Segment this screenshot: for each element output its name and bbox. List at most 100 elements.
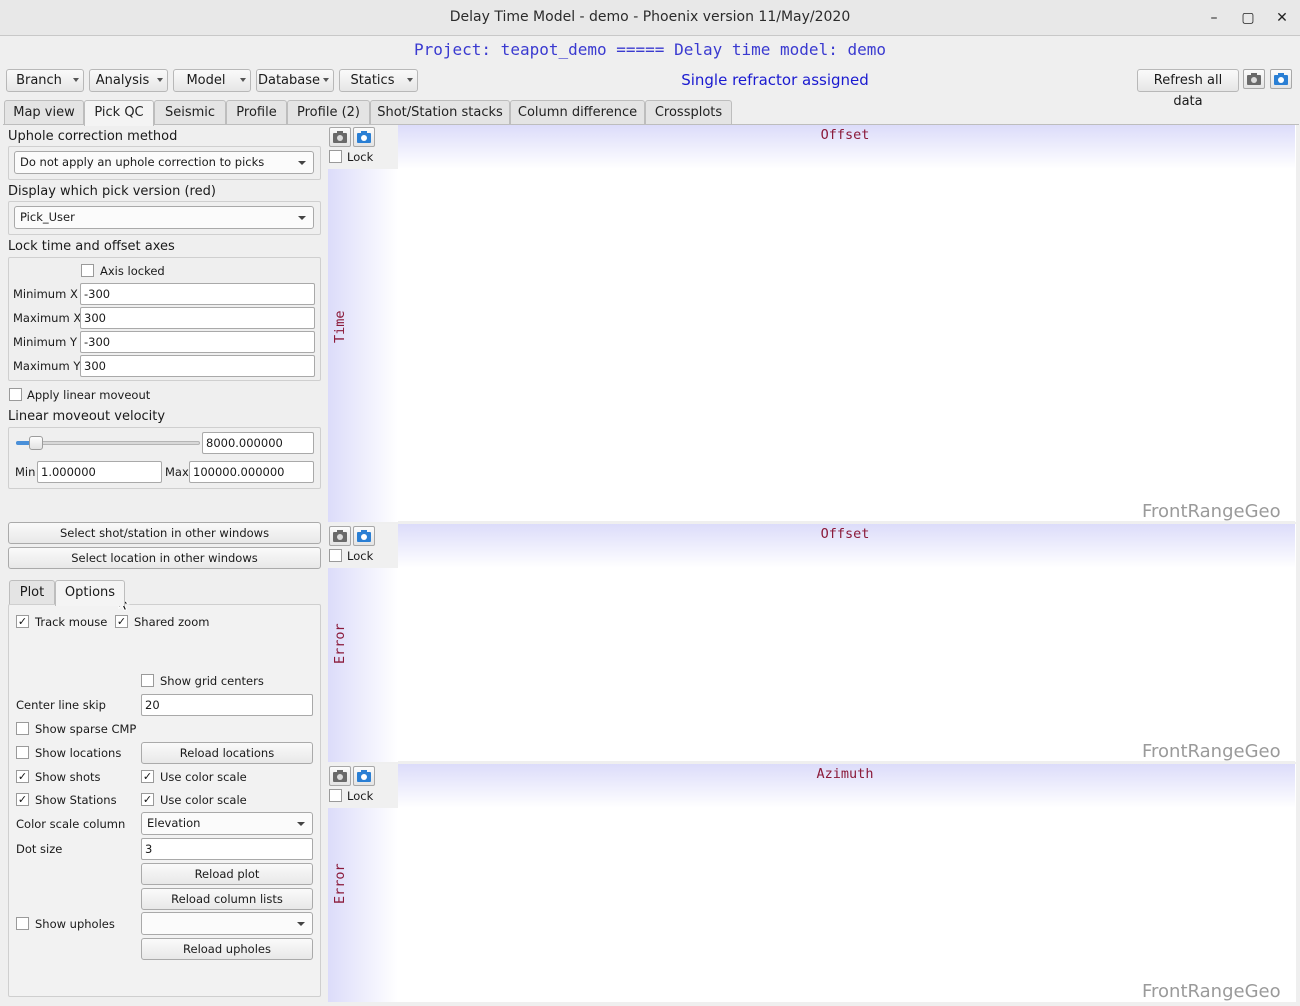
camera-icon[interactable] — [329, 127, 351, 147]
lmo-velocity-input[interactable]: 8000.000000 — [202, 432, 314, 454]
linear-moveout-velocity-label: Linear moveout velocity — [8, 409, 166, 424]
lmo-max-label: Max — [165, 465, 189, 479]
camera-icon[interactable] — [329, 766, 351, 786]
refresh-all-data-button[interactable]: Refresh all data — [1137, 69, 1239, 109]
minimum-x-input[interactable]: -300 — [80, 283, 315, 305]
pick-version-select[interactable]: Pick_User — [14, 206, 314, 229]
tab-map-view[interactable]: Map view — [4, 100, 84, 125]
chevron-down-icon — [297, 922, 305, 926]
screenshot-icon[interactable] — [353, 526, 375, 546]
plot-x-axis-label: Azimuth — [816, 766, 874, 782]
screenshot-icon[interactable] — [353, 127, 375, 147]
chevron-down-icon — [323, 78, 329, 82]
plot-lock-label: Lock — [347, 789, 374, 803]
tab-pick-qc[interactable]: Pick QC — [84, 100, 154, 126]
plot-y-axis-label: Error — [332, 863, 348, 904]
subtab-plot[interactable]: Plot — [9, 580, 55, 605]
chevron-down-icon — [157, 78, 163, 82]
database-menu-button[interactable]: Database — [256, 69, 334, 92]
stations-color-scale-label: Use color scale — [160, 793, 247, 807]
reload-locations-button[interactable]: Reload locations — [141, 742, 313, 764]
reload-upholes-button[interactable]: Reload upholes — [141, 938, 313, 960]
branch-menu-button[interactable]: Branch — [6, 69, 84, 92]
tab-seismic[interactable]: Seismic — [154, 100, 226, 125]
lmo-velocity-slider-handle[interactable] — [29, 436, 43, 450]
color-scale-column-label: Color scale column — [16, 817, 126, 831]
plot-lock-checkbox[interactable] — [329, 549, 342, 562]
tab-crossplots[interactable]: Crossplots — [645, 100, 732, 125]
lmo-velocity-slider-track[interactable] — [16, 441, 200, 445]
plot-y-axis-label: Time — [332, 310, 348, 343]
tab-profile[interactable]: Profile — [226, 100, 287, 125]
database-menu-label: Database — [257, 73, 321, 88]
statics-menu-label: Statics — [350, 73, 395, 88]
maximum-x-input[interactable]: 300 — [80, 307, 315, 329]
show-locations-checkbox[interactable] — [16, 746, 29, 759]
uphole-correction-select[interactable]: Do not apply an uphole correction to pic… — [14, 151, 314, 174]
chevron-down-icon — [240, 78, 246, 82]
dot-size-label: Dot size — [16, 842, 63, 856]
track-mouse-label: Track mouse — [35, 615, 108, 629]
lock-axes-label: Lock time and offset axes — [8, 239, 175, 254]
plot-y-axis-band — [328, 169, 398, 522]
shared-zoom-checkbox[interactable]: ✓ — [115, 615, 128, 628]
apply-linear-moveout-checkbox[interactable] — [9, 388, 22, 401]
uphole-correction-value: Do not apply an uphole correction to pic… — [20, 155, 265, 169]
chevron-down-icon — [297, 822, 305, 826]
reload-plot-button[interactable]: Reload plot — [141, 863, 313, 885]
select-shot-station-button[interactable]: Select shot/station in other windows — [8, 522, 321, 544]
minimum-x-label: Minimum X — [13, 287, 78, 301]
screenshot-icon[interactable] — [1270, 69, 1292, 89]
tab-profile-2[interactable]: Profile (2) — [287, 100, 370, 125]
maximum-y-input[interactable]: 300 — [80, 355, 315, 377]
color-scale-column-select[interactable]: Elevation — [141, 812, 313, 835]
center-line-skip-input[interactable]: 20 — [141, 694, 313, 716]
close-icon[interactable]: ✕ — [1272, 8, 1292, 28]
watermark: FrontRangeGeo — [1142, 501, 1281, 522]
show-shots-checkbox[interactable]: ✓ — [16, 770, 29, 783]
tab-shot-station-stacks[interactable]: Shot/Station stacks — [370, 100, 510, 125]
show-locations-label: Show locations — [35, 746, 122, 760]
maximize-icon[interactable]: ▢ — [1238, 8, 1258, 28]
lmo-max-input[interactable]: 100000.000000 — [189, 461, 314, 483]
screenshot-icon[interactable] — [353, 766, 375, 786]
axis-locked-checkbox[interactable] — [81, 264, 94, 277]
show-sparse-cmp-checkbox[interactable] — [16, 722, 29, 735]
track-mouse-checkbox[interactable]: ✓ — [16, 615, 29, 628]
subtab-options[interactable]: Options — [55, 580, 125, 606]
plot-lock-checkbox[interactable] — [329, 789, 342, 802]
plot-area-time-offset[interactable] — [328, 125, 1296, 522]
shots-color-scale-checkbox[interactable]: ✓ — [141, 770, 154, 783]
camera-icon[interactable] — [1243, 69, 1265, 89]
reload-column-lists-button[interactable]: Reload column lists — [141, 888, 313, 910]
minimum-y-label: Minimum Y — [13, 335, 77, 349]
upholes-select[interactable] — [141, 912, 313, 935]
maximum-y-label: Maximum Y — [13, 359, 81, 373]
minimize-icon[interactable]: – — [1204, 8, 1224, 28]
shots-color-scale-label: Use color scale — [160, 770, 247, 784]
plot-lock-checkbox[interactable] — [329, 150, 342, 163]
show-stations-checkbox[interactable]: ✓ — [16, 793, 29, 806]
plot-y-axis-label: Error — [332, 623, 348, 664]
tab-column-difference[interactable]: Column difference — [510, 100, 645, 125]
statics-menu-button[interactable]: Statics — [339, 69, 418, 92]
pick-version-label: Display which pick version (red) — [8, 184, 216, 199]
window-titlebar: Delay Time Model - demo - Phoenix versio… — [0, 0, 1300, 36]
model-menu-button[interactable]: Model — [173, 69, 251, 92]
plot-x-axis-label: Offset — [820, 127, 870, 143]
select-location-button[interactable]: Select location in other windows — [8, 547, 321, 569]
stations-color-scale-checkbox[interactable]: ✓ — [141, 793, 154, 806]
color-scale-column-value: Elevation — [147, 816, 201, 830]
show-grid-centers-checkbox[interactable] — [141, 674, 154, 687]
show-grid-centers-label: Show grid centers — [160, 674, 264, 688]
minimum-y-input[interactable]: -300 — [80, 331, 315, 353]
camera-icon[interactable] — [329, 526, 351, 546]
show-sparse-cmp-label: Show sparse CMP — [35, 722, 137, 736]
show-upholes-checkbox[interactable] — [16, 917, 29, 930]
status-message: Single refractor assigned — [681, 71, 869, 89]
pick-version-value: Pick_User — [20, 210, 75, 224]
project-banner: Project: teapot_demo ===== Delay time mo… — [413, 40, 886, 59]
analysis-menu-button[interactable]: Analysis — [89, 69, 168, 92]
dot-size-input[interactable]: 3 — [141, 838, 313, 860]
lmo-min-input[interactable]: 1.000000 — [37, 461, 162, 483]
